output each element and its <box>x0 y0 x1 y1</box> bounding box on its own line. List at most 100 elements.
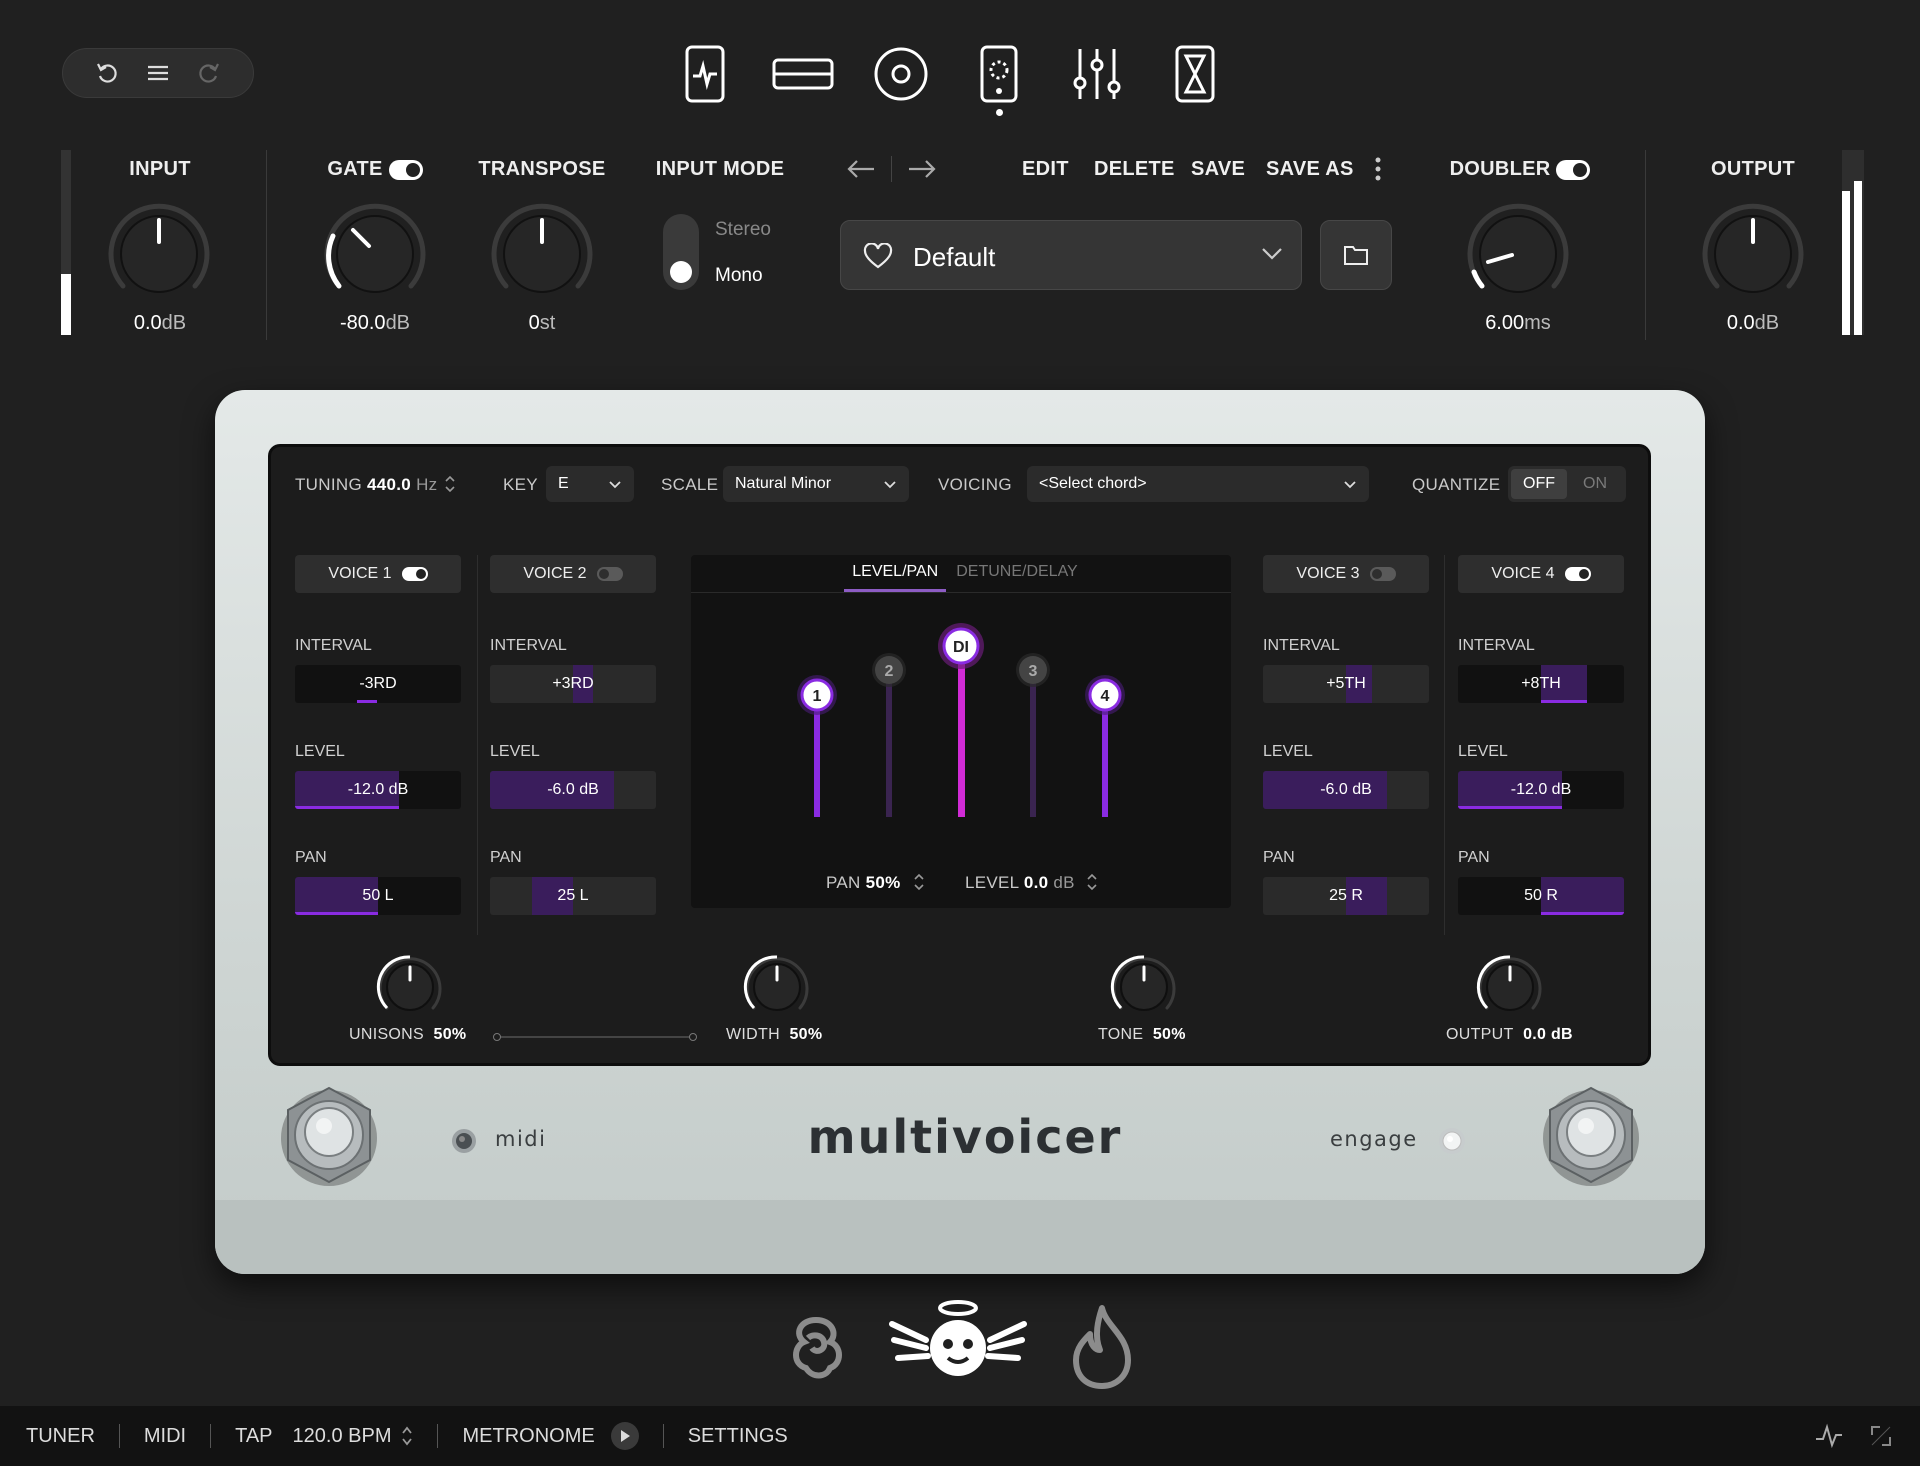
waveform-icon[interactable] <box>1814 1423 1844 1449</box>
quantize-switch[interactable]: OFF ON <box>1508 466 1626 502</box>
preset-selector[interactable]: Default <box>840 220 1302 290</box>
input-mode-mono[interactable]: Mono <box>715 265 763 287</box>
gate-toggle[interactable] <box>388 159 423 180</box>
resize-icon[interactable] <box>1868 1423 1894 1449</box>
brand-logo: multivoicer <box>807 1110 1123 1164</box>
rack-module-icon[interactable] <box>768 42 838 106</box>
voice-1-pan[interactable]: 50 L <box>295 877 461 915</box>
pulse-module-icon[interactable] <box>670 42 740 106</box>
mixer-tabs: LEVEL/PAN DETUNE/DELAY <box>691 555 1231 593</box>
hourglass-module-icon[interactable] <box>1160 42 1230 106</box>
voice-label: VOICE 1 <box>328 565 392 582</box>
voice-3-header[interactable]: VOICE 3 <box>1263 555 1429 593</box>
pan-value: 50 L <box>362 887 394 904</box>
input-value: 0.0dB <box>100 312 220 335</box>
fader-3-handle: 3 <box>1029 663 1038 680</box>
voice-2-level[interactable]: -6.0 dB <box>490 771 656 809</box>
redo-icon[interactable] <box>191 55 227 91</box>
prev-preset-icon[interactable] <box>846 158 876 180</box>
tuning-control[interactable]: TUNING 440.0 Hz <box>295 475 437 495</box>
flame-icon[interactable] <box>1064 1304 1140 1390</box>
mixer-pan-control[interactable]: PAN 50% <box>826 873 901 893</box>
stepper-icon[interactable] <box>401 1425 413 1447</box>
save-preset-button[interactable]: SAVE <box>1191 158 1245 181</box>
tone-knob[interactable] <box>1109 952 1179 1022</box>
voice-2-pan[interactable]: 25 L <box>490 877 656 915</box>
quantize-on-option[interactable]: ON <box>1567 469 1623 499</box>
voice-4-level[interactable]: -12.0 dB <box>1458 771 1624 809</box>
stepper-icon[interactable] <box>444 474 456 494</box>
voice-3-interval[interactable]: +5TH <box>1263 665 1429 703</box>
tab-detune-delay[interactable]: DETUNE/DELAY <box>956 557 1078 592</box>
engage-label: engage <box>1330 1127 1418 1151</box>
key-dropdown[interactable]: E <box>546 466 634 502</box>
output-knob[interactable] <box>1695 196 1811 312</box>
link-node <box>689 1033 697 1041</box>
tone-label: TONE 50% <box>1098 1026 1186 1044</box>
interval-label: INTERVAL <box>295 637 372 654</box>
voice-3-pan[interactable]: 25 R <box>1263 877 1429 915</box>
voice-2-toggle[interactable] <box>596 567 623 581</box>
engage-footswitch[interactable] <box>1538 1082 1644 1188</box>
voice-4-pan[interactable]: 50 R <box>1458 877 1624 915</box>
metronome-play-button[interactable] <box>610 1422 639 1450</box>
voice-2-header[interactable]: VOICE 2 <box>490 555 656 593</box>
unisons-knob[interactable] <box>375 952 445 1022</box>
input-mode-switch[interactable] <box>663 214 699 290</box>
stepper-icon[interactable] <box>1086 872 1098 892</box>
gate-value: -80.0dB <box>315 312 435 335</box>
quantize-off-option[interactable]: OFF <box>1511 469 1567 499</box>
voice-1-panel: VOICE 1 INTERVAL -3RD LEVEL -12.0 dB PAN… <box>295 555 461 915</box>
width-knob[interactable] <box>742 952 812 1022</box>
midi-footswitch[interactable] <box>276 1082 382 1188</box>
delete-preset-button[interactable]: DELETE <box>1094 158 1175 181</box>
mixer-level-label: LEVEL <box>965 873 1019 892</box>
mixer-faders[interactable]: 1 2 DI 3 4 <box>691 593 1231 843</box>
voice-3-level[interactable]: -6.0 dB <box>1263 771 1429 809</box>
stepper-icon[interactable] <box>913 872 925 892</box>
bpm-value[interactable]: 120.0 BPM <box>293 1425 392 1448</box>
tuner-button[interactable]: TUNER <box>26 1425 95 1448</box>
voice-3-toggle[interactable] <box>1369 567 1396 581</box>
tab-level-pan[interactable]: LEVEL/PAN <box>844 557 947 592</box>
scale-dropdown[interactable]: Natural Minor <box>723 466 909 502</box>
voice-2-interval[interactable]: +3RD <box>490 665 656 703</box>
voice-1-level[interactable]: -12.0 dB <box>295 771 461 809</box>
mixer-level-control[interactable]: LEVEL 0.0 dB <box>965 873 1075 893</box>
voice-1-interval[interactable]: -3RD <box>295 665 461 703</box>
input-knob[interactable] <box>101 196 217 312</box>
save-as-preset-button[interactable]: SAVE AS <box>1266 158 1354 181</box>
voice-1-toggle[interactable] <box>401 567 428 581</box>
screen-output-knob[interactable] <box>1475 952 1545 1022</box>
undo-icon[interactable] <box>89 55 125 91</box>
circle-module-icon[interactable] <box>866 42 936 106</box>
edit-preset-button[interactable]: EDIT <box>1022 158 1069 181</box>
voice-4-header[interactable]: VOICE 4 <box>1458 555 1624 593</box>
angel-icon[interactable] <box>888 1296 1028 1386</box>
next-preset-icon[interactable] <box>907 158 937 180</box>
voice-4-interval[interactable]: +8TH <box>1458 665 1624 703</box>
play-icon <box>620 1430 630 1442</box>
browse-presets-button[interactable] <box>1320 220 1392 290</box>
transpose-knob[interactable] <box>484 196 600 312</box>
pan-label: PAN <box>490 849 522 866</box>
settings-button[interactable]: SETTINGS <box>688 1425 788 1448</box>
pedal-module-icon[interactable] <box>964 42 1034 116</box>
voicing-dropdown[interactable]: <Select chord> <box>1027 466 1369 502</box>
more-options-icon[interactable] <box>1374 156 1382 182</box>
tap-button[interactable]: TAP <box>235 1425 272 1448</box>
menu-icon[interactable] <box>140 55 176 91</box>
voice-4-toggle[interactable] <box>1564 567 1591 581</box>
input-mode-stereo[interactable]: Stereo <box>715 219 771 241</box>
rose-icon[interactable] <box>776 1306 856 1386</box>
engage-led <box>1438 1127 1466 1155</box>
divider <box>437 1424 439 1448</box>
heart-icon[interactable] <box>863 243 893 269</box>
midi-button[interactable]: MIDI <box>144 1425 186 1448</box>
doubler-toggle[interactable] <box>1556 159 1591 180</box>
gate-knob[interactable] <box>317 196 433 312</box>
fader-4-handle: 4 <box>1101 688 1110 705</box>
voice-1-header[interactable]: VOICE 1 <box>295 555 461 593</box>
mixer-module-icon[interactable] <box>1062 42 1132 106</box>
doubler-knob[interactable] <box>1460 196 1576 312</box>
